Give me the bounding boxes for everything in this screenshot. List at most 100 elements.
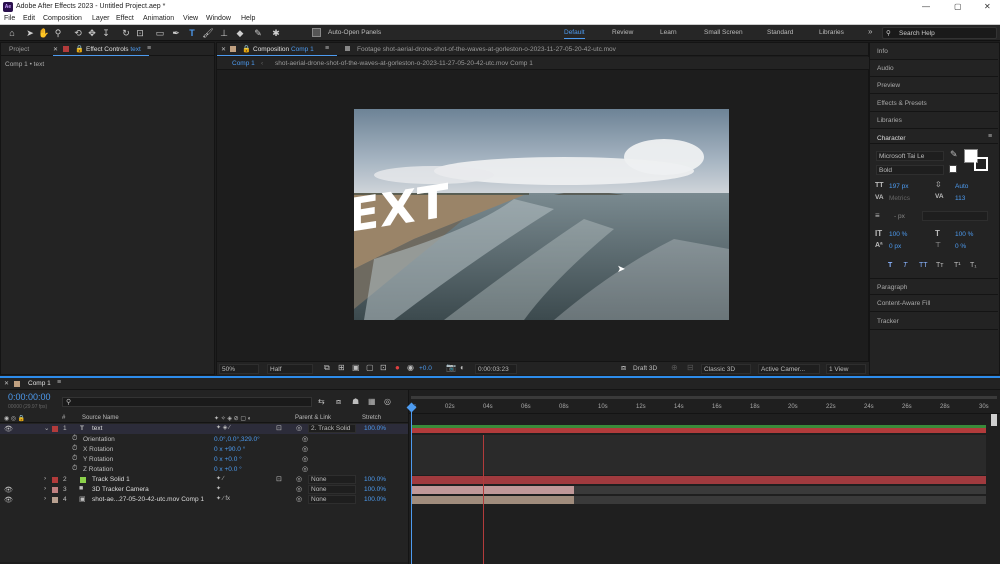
- renderer-dropdown[interactable]: Classic 3D: [701, 364, 751, 374]
- font-style-dropdown[interactable]: Bold: [876, 165, 944, 175]
- close-icon[interactable]: ✕: [984, 2, 991, 11]
- type-tool-icon[interactable]: T: [186, 27, 198, 39]
- close-icon[interactable]: ✕: [221, 46, 226, 53]
- pen-tool-icon[interactable]: ✒: [170, 27, 182, 39]
- stopwatch-icon[interactable]: ⏱: [72, 445, 77, 453]
- layer-switches-icon[interactable]: ✦: [216, 485, 221, 492]
- layer-switches-icon[interactable]: ✦ ∕: [216, 475, 224, 482]
- stroke-width-value[interactable]: - px: [894, 213, 905, 220]
- stroke-color-swatch[interactable]: [974, 157, 988, 171]
- baseline-shift-value[interactable]: 0 px: [889, 243, 901, 250]
- shy-layers-icon[interactable]: ☗: [352, 397, 359, 406]
- stopwatch-icon[interactable]: ⏱: [72, 435, 77, 443]
- info-section[interactable]: Info: [870, 43, 998, 60]
- panel-menu-icon[interactable]: ≡: [147, 45, 151, 52]
- pick-whip-icon[interactable]: ◎: [296, 485, 302, 493]
- draft-3d-label[interactable]: Draft 3D: [633, 365, 657, 372]
- frame-blending-icon[interactable]: ▦: [368, 397, 376, 406]
- pan-tool-icon[interactable]: ✥: [86, 27, 98, 39]
- property-value[interactable]: 0.0°,0.0°,329.0°: [214, 436, 260, 443]
- property-value[interactable]: 0 x +90.0 °: [214, 446, 245, 453]
- pick-whip-icon[interactable]: ◎: [296, 495, 302, 503]
- stopwatch-icon[interactable]: ⏱: [72, 465, 77, 473]
- stretch-value[interactable]: 100.0%: [364, 496, 386, 503]
- stretch-value[interactable]: 100.0%: [364, 476, 386, 483]
- current-timecode[interactable]: 0:00:00:00: [8, 392, 51, 402]
- all-caps-button[interactable]: TT: [919, 262, 928, 269]
- expression-pick-whip-icon[interactable]: ◎: [302, 435, 308, 443]
- layer-row[interactable]: › 2 Track Solid 1 ✦ ∕ ⊡ ◎ None 100.0%: [0, 475, 408, 485]
- tsume-value[interactable]: 0 %: [955, 243, 966, 250]
- layer-switches-icon[interactable]: ✦ ◈ ∕: [216, 424, 230, 431]
- exposure-reset-icon[interactable]: ◉: [407, 363, 414, 372]
- rotate-tool-icon[interactable]: ↻: [120, 27, 132, 39]
- breadcrumb-footage-comp[interactable]: shot-aerial-drone-shot-of-the-waves-at-g…: [275, 60, 533, 67]
- layer-name[interactable]: shot-ae...27-05-20-42-utc.mov Comp 1: [92, 496, 204, 503]
- auto-open-checkbox[interactable]: [312, 28, 321, 37]
- layer-3-duration-bar[interactable]: [411, 486, 574, 494]
- 3d-ground-plane-icon[interactable]: ⊟: [687, 363, 694, 372]
- col-parent[interactable]: Parent & Link: [295, 415, 331, 421]
- parent-dropdown[interactable]: None: [308, 485, 356, 494]
- maximize-icon[interactable]: ▢: [954, 2, 962, 11]
- stretch-value[interactable]: 100.0%: [364, 425, 386, 432]
- layer-row[interactable]: 👁 › 4 ▣ shot-ae...27-05-20-42-utc.mov Co…: [0, 495, 408, 505]
- label-color-swatch[interactable]: [52, 477, 58, 483]
- tracking-value[interactable]: 113: [955, 195, 965, 202]
- workspace-libraries[interactable]: Libraries: [819, 29, 844, 36]
- col-stretch[interactable]: Stretch: [362, 415, 381, 421]
- zoom-tool-icon[interactable]: ⚲: [52, 27, 64, 39]
- workspace-standard[interactable]: Standard: [767, 29, 793, 36]
- dolly-tool-icon[interactable]: ↧: [100, 27, 112, 39]
- audio-section[interactable]: Audio: [870, 60, 998, 77]
- eraser-tool-icon[interactable]: ◆: [234, 27, 246, 39]
- expand-chevron-icon[interactable]: ›: [44, 485, 46, 492]
- timeline-graph-area[interactable]: 0s 02s 04s 06s 08s 10s 12s 14s 16s 18s 2…: [406, 390, 1000, 564]
- subscript-button[interactable]: T₁: [970, 262, 977, 269]
- menu-view[interactable]: View: [183, 15, 198, 22]
- workspace-review[interactable]: Review: [612, 29, 633, 36]
- anchor-tool-icon[interactable]: ⊡: [134, 27, 146, 39]
- expression-pick-whip-icon[interactable]: ◎: [302, 445, 308, 453]
- leading-value[interactable]: Auto: [955, 183, 968, 190]
- panel-menu-icon[interactable]: ≡: [325, 45, 329, 52]
- view-layout-dropdown[interactable]: 1 View: [826, 364, 866, 374]
- font-family-dropdown[interactable]: Microsoft Tai Le: [876, 151, 944, 161]
- faux-italic-button[interactable]: T: [903, 262, 907, 269]
- menu-file[interactable]: File: [4, 15, 15, 22]
- pick-whip-icon[interactable]: ◎: [296, 424, 302, 432]
- expand-chevron-icon[interactable]: ⌄: [44, 424, 49, 432]
- menu-effect[interactable]: Effect: [116, 15, 134, 22]
- property-row[interactable]: ⏱ Z Rotation 0 x +0.0 ° ◎: [0, 465, 408, 475]
- expand-chevron-icon[interactable]: ›: [44, 475, 46, 482]
- stretch-value[interactable]: 100.0%: [364, 486, 386, 493]
- current-time-field[interactable]: 0:00:03:23: [475, 364, 517, 374]
- label-color-swatch[interactable]: [52, 426, 58, 432]
- eye-icon[interactable]: 👁: [4, 496, 13, 504]
- selection-tool-icon[interactable]: ➤: [24, 27, 36, 39]
- kerning-value[interactable]: Metrics: [889, 195, 910, 202]
- workspace-learn[interactable]: Learn: [660, 29, 677, 36]
- layer-3d-switch-icon[interactable]: ⊡: [276, 424, 282, 432]
- stopwatch-icon[interactable]: ⏱: [72, 455, 77, 463]
- expand-chevron-icon[interactable]: ›: [44, 495, 46, 502]
- menu-edit[interactable]: Edit: [23, 15, 35, 22]
- rectangle-tool-icon[interactable]: ▭: [154, 27, 166, 39]
- layer-name[interactable]: text: [92, 425, 102, 432]
- draft-3d-icon[interactable]: ⧈: [621, 363, 626, 373]
- hand-tool-icon[interactable]: ✋: [38, 27, 50, 39]
- more-workspaces-icon[interactable]: »: [868, 27, 872, 36]
- paragraph-section[interactable]: Paragraph: [870, 278, 998, 295]
- parent-dropdown[interactable]: None: [308, 495, 356, 504]
- snapshot-icon[interactable]: 📷: [446, 363, 456, 372]
- brush-tool-icon[interactable]: 🖌: [202, 27, 214, 39]
- active-camera-dropdown[interactable]: Active Camer...: [758, 364, 820, 374]
- property-value[interactable]: 0 x +0.0 °: [214, 466, 242, 473]
- pick-whip-icon[interactable]: ◎: [296, 475, 302, 483]
- close-icon[interactable]: ✕: [4, 380, 9, 387]
- layer-3d-switch-icon[interactable]: ⊡: [276, 475, 282, 483]
- composition-viewer[interactable]: EXT ➤: [354, 109, 729, 320]
- playhead-line[interactable]: [411, 408, 412, 564]
- character-section-title[interactable]: Character: [870, 130, 998, 144]
- label-color-swatch[interactable]: [52, 487, 58, 493]
